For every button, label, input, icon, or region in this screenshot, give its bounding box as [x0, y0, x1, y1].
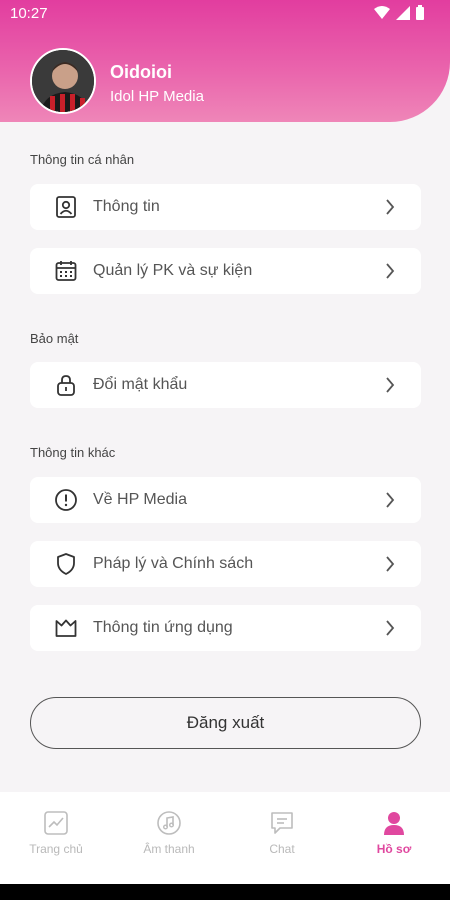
lock-icon — [57, 375, 75, 396]
nav-label: Chat — [269, 842, 295, 856]
nav-label: Trang chủ — [29, 842, 83, 856]
menu-item-label: Đổi mật khẩu — [93, 376, 188, 393]
menu-item-legal[interactable]: Pháp lý và Chính sách — [30, 541, 421, 587]
user-card-icon — [56, 196, 76, 218]
nav-tab-audio[interactable]: Âm thanh — [119, 810, 219, 856]
profile-role: Idol HP Media — [110, 88, 204, 105]
menu-item-pk-events[interactable]: Quản lý PK và sự kiện — [30, 248, 421, 294]
chevron-right-icon — [386, 263, 395, 279]
avatar[interactable] — [30, 48, 96, 114]
menu-item-label: Pháp lý và Chính sách — [93, 555, 254, 572]
section-title-other: Thông tin khác — [30, 445, 116, 460]
nav-label: Hồ sơ — [376, 842, 412, 856]
chat-icon — [271, 812, 293, 834]
signal-icon — [396, 5, 410, 20]
nav-tab-profile[interactable]: Hồ sơ — [344, 810, 444, 856]
calendar-icon — [55, 261, 77, 281]
chevron-right-icon — [386, 556, 395, 572]
chart-icon — [44, 811, 68, 835]
chevron-right-icon — [386, 492, 395, 508]
nav-tab-chat[interactable]: Chat — [232, 810, 332, 856]
menu-item-about[interactable]: Về HP Media — [30, 477, 421, 523]
menu-item-label: Quản lý PK và sự kiện — [93, 262, 253, 279]
system-nav-bar — [0, 884, 450, 900]
status-icons — [374, 5, 424, 20]
chevron-right-icon — [386, 199, 395, 215]
menu-item-label: Về HP Media — [93, 491, 187, 508]
chevron-right-icon — [386, 377, 395, 393]
bottom-nav: Trang chủ Âm thanh Chat Hồ sơ — [0, 792, 450, 884]
music-icon — [157, 811, 181, 835]
logout-button[interactable]: Đăng xuất — [30, 697, 421, 749]
menu-item-label: Thông tin ứng dụng — [93, 619, 233, 636]
shield-icon — [57, 553, 75, 575]
profile-icon — [384, 812, 404, 835]
menu-item-info[interactable]: Thông tin — [30, 184, 421, 230]
chevron-right-icon — [386, 620, 395, 636]
info-icon — [55, 489, 77, 511]
nav-label: Âm thanh — [143, 842, 195, 856]
battery-icon — [416, 5, 424, 20]
crown-icon — [55, 619, 77, 637]
menu-item-app-info[interactable]: Thông tin ứng dụng — [30, 605, 421, 651]
section-title-personal: Thông tin cá nhân — [30, 152, 135, 167]
section-title-security: Bảo mật — [30, 331, 79, 346]
profile-name: Oidoioi — [110, 62, 172, 82]
menu-item-label: Thông tin — [93, 198, 160, 215]
status-time: 10:27 — [10, 5, 48, 22]
wifi-icon — [374, 6, 390, 19]
nav-tab-home[interactable]: Trang chủ — [6, 810, 106, 856]
menu-item-change-password[interactable]: Đổi mật khẩu — [30, 362, 421, 408]
status-bar: 10:27 — [0, 0, 450, 26]
